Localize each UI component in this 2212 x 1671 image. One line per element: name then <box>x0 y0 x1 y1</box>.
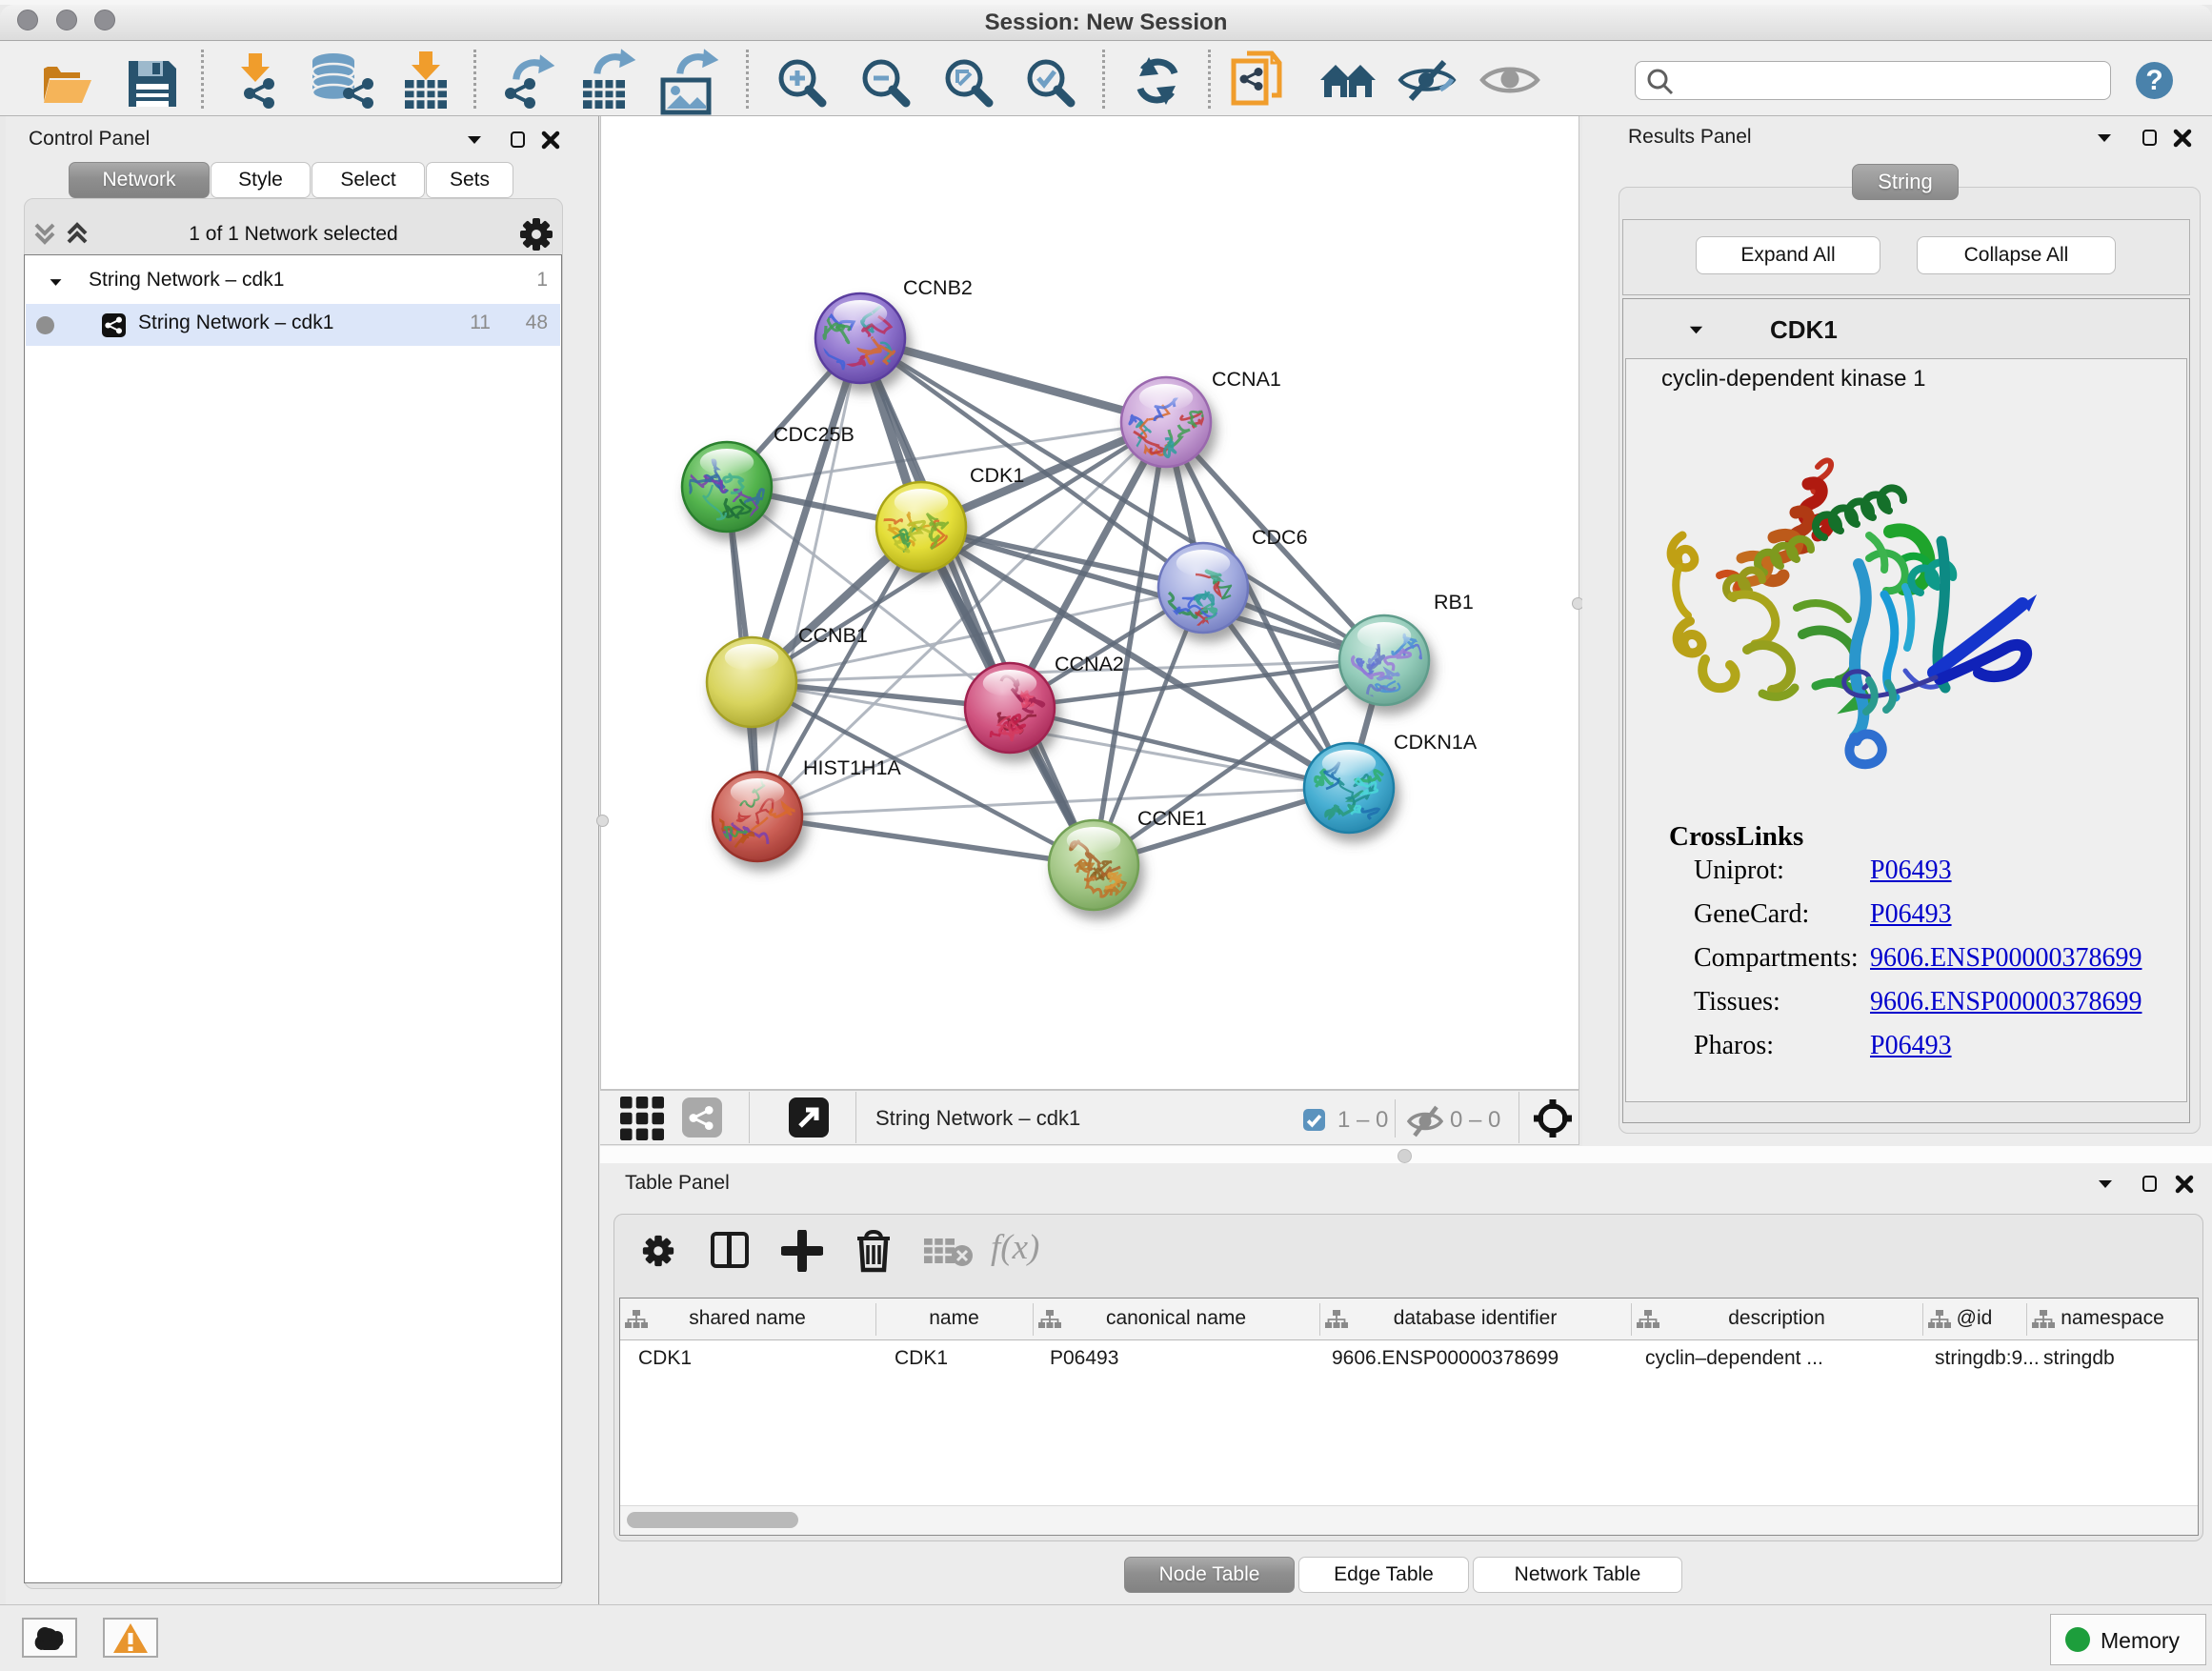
svg-text:CCNE1: CCNE1 <box>1137 807 1207 830</box>
svg-text:CDK1: CDK1 <box>970 464 1024 487</box>
svg-text:CCNA1: CCNA1 <box>1212 368 1281 391</box>
svg-text:CCNB2: CCNB2 <box>903 276 973 299</box>
svg-text:CDKN1A: CDKN1A <box>1394 731 1478 754</box>
svg-text:HIST1H1A: HIST1H1A <box>803 756 901 779</box>
svg-text:CDC6: CDC6 <box>1252 526 1308 549</box>
svg-text:CCNA2: CCNA2 <box>1055 653 1124 675</box>
svg-text:CCNB1: CCNB1 <box>798 624 868 647</box>
svg-text:CDC25B: CDC25B <box>774 423 855 446</box>
svg-text:RB1: RB1 <box>1434 591 1474 614</box>
